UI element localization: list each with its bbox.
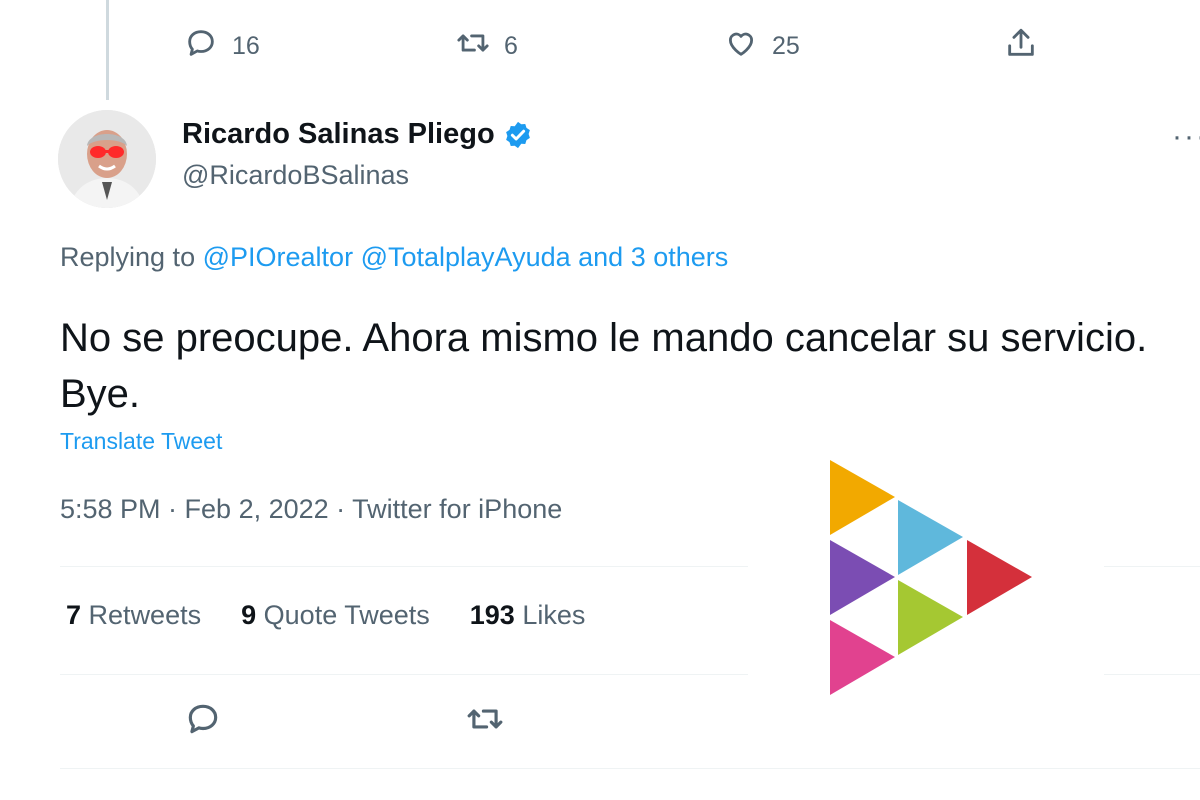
retweets-count: 7 (66, 600, 82, 630)
likes-label: Likes (522, 600, 586, 630)
reply-action[interactable]: 16 (184, 24, 260, 68)
more-options-button[interactable]: ··· (1172, 120, 1200, 154)
replying-prefix: Replying to (60, 242, 196, 272)
tweet-timestamp[interactable]: 5:58 PM · Feb 2, 2022 · Twitter for iPho… (60, 494, 562, 525)
likes-stat[interactable]: 193 Likes (470, 600, 586, 631)
tweet-actions (0, 700, 1200, 744)
retweet-action[interactable]: 6 (456, 24, 518, 68)
share-action[interactable] (1004, 24, 1038, 68)
divider (60, 674, 748, 675)
author-handle[interactable]: @RicardoBSalinas (182, 160, 409, 191)
like-action[interactable]: 25 (724, 24, 800, 68)
divider (1104, 674, 1200, 675)
logo-triangle-red (967, 540, 1032, 615)
replying-user-link[interactable]: @TotalplayAyuda (361, 242, 571, 272)
retweet-icon (466, 700, 504, 745)
translate-tweet-link[interactable]: Translate Tweet (60, 428, 222, 455)
reply-button[interactable] (184, 700, 222, 744)
replying-others-link[interactable]: and 3 others (578, 242, 728, 272)
replying-user-link[interactable]: @PIOrealtor (203, 242, 353, 272)
logo-triangle-purple (830, 540, 895, 615)
divider (1104, 566, 1200, 567)
tweet-text: No se preocupe. Ahora mismo le mando can… (60, 316, 1148, 416)
logo-triangle-green (898, 580, 963, 655)
retweets-label: Retweets (88, 600, 202, 630)
quote-tweets-stat[interactable]: 9 Quote Tweets (241, 600, 430, 631)
heart-icon (724, 26, 758, 67)
logo-triangle-orange (830, 460, 895, 535)
reply-count: 16 (232, 31, 260, 60)
share-icon (1004, 26, 1038, 67)
quotes-count: 9 (241, 600, 257, 630)
logo-triangle-pink (830, 620, 895, 695)
divider (60, 566, 748, 567)
logo-triangle-blue (898, 500, 963, 575)
reply-icon (184, 26, 218, 67)
like-count: 25 (772, 31, 800, 60)
retweets-stat[interactable]: 7 Retweets (66, 600, 201, 631)
triangles-logo (820, 455, 1040, 705)
avatar[interactable] (58, 110, 156, 208)
engagement-stats: 7 Retweets 9 Quote Tweets 193 Likes (66, 600, 585, 631)
author-name-row[interactable]: Ricardo Salinas Pliego (182, 118, 533, 151)
previous-tweet-actions: 16 6 25 (0, 24, 1200, 68)
replying-to-line: Replying to @PIOrealtor @TotalplayAyuda … (60, 242, 728, 273)
divider (60, 768, 1200, 769)
retweet-button[interactable] (466, 700, 504, 744)
retweet-count: 6 (504, 31, 518, 60)
retweet-icon (456, 26, 490, 67)
verified-badge-icon (503, 120, 533, 150)
quotes-label: Quote Tweets (263, 600, 430, 630)
likes-count: 193 (469, 600, 515, 630)
reply-icon (184, 700, 222, 745)
author-name[interactable]: Ricardo Salinas Pliego (182, 118, 495, 151)
